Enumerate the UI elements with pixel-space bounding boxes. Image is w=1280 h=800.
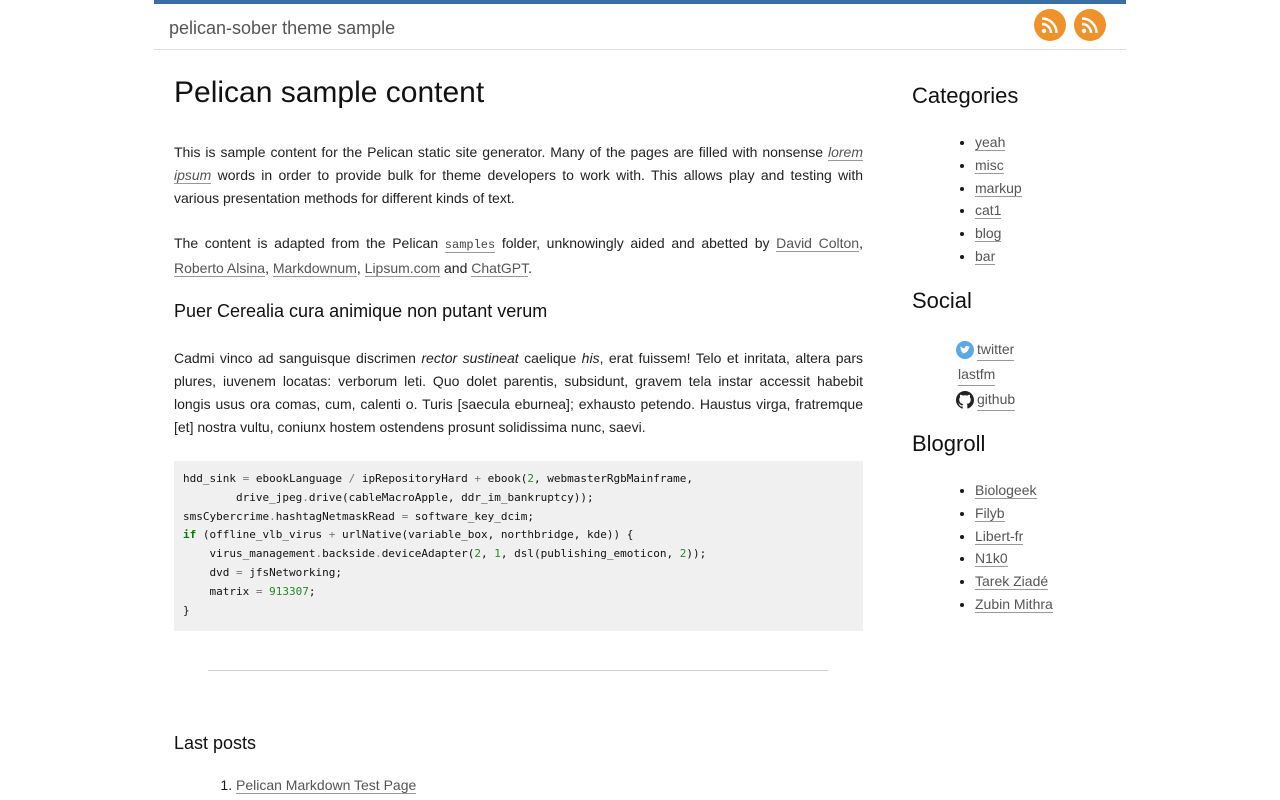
category-link-misc[interactable]: misc — [975, 156, 1004, 174]
last-posts-list: Pelican Markdown Test Page — [174, 777, 417, 794]
site-title-link[interactable]: pelican-sober theme sample — [169, 18, 395, 39]
paragraph-text: and — [440, 260, 472, 276]
intro-paragraph: This is sample content for the Pelican s… — [174, 141, 863, 210]
blogroll-link-libert-fr[interactable]: Libert-fr — [975, 527, 1024, 545]
paragraph-text: The content is adapted from the Pelican — [174, 235, 445, 251]
blogroll-link-biologeek[interactable]: Biologeek — [975, 482, 1037, 499]
paragraph-text: words in order to provide bulk for theme… — [174, 167, 863, 206]
article-title: Pelican sample content — [174, 76, 485, 109]
list-item: lastfm — [956, 362, 1015, 387]
list-item: Tarek Ziadé — [975, 570, 1053, 593]
paragraph-text: caelique — [518, 350, 582, 366]
list-item: twitter — [956, 337, 1015, 362]
credit-link-markdownum[interactable]: Markdownum — [272, 260, 357, 277]
rss-feed-button[interactable] — [1034, 9, 1066, 41]
blogroll-link-tarek-ziade[interactable]: Tarek Ziadé — [975, 573, 1049, 591]
twitter-icon — [956, 340, 974, 359]
github-icon — [956, 390, 974, 409]
paragraph-text: Cadmi vinco ad sanguisque discrimen — [174, 350, 422, 366]
social-link-github[interactable]: github — [977, 388, 1016, 412]
rss-icon — [1081, 17, 1098, 34]
category-link-blog[interactable]: blog — [975, 225, 1002, 243]
site-header: pelican-sober theme sample — [154, 4, 1126, 50]
list-item: Biologeek — [975, 479, 1053, 502]
credits-paragraph: The content is adapted from the Pelican … — [174, 235, 863, 277]
paragraph-text: This is sample content for the Pelican s… — [174, 144, 828, 160]
list-item: Filyb — [975, 502, 1053, 525]
samples-code-link[interactable]: samples — [444, 238, 496, 253]
category-link-yeah[interactable]: yeah — [975, 134, 1006, 151]
paragraph-text: folder, unknowingly aided and abetted by — [495, 235, 777, 251]
content-divider — [208, 670, 828, 671]
blogroll-list: Biologeek Filyb Libert-fr N1k0 Tarek Zia… — [912, 479, 1053, 616]
blogroll-link-n1k0[interactable]: N1k0 — [975, 550, 1008, 568]
code-block: hdd_sink = ebookLanguage / ipRepositoryH… — [174, 461, 863, 631]
rss-icon — [1041, 17, 1058, 34]
list-item: misc — [975, 154, 1022, 177]
list-item: yeah — [975, 131, 1022, 154]
blogroll-link-zubin-mithra[interactable]: Zubin Mithra — [975, 595, 1053, 613]
social-list: twitter lastfm github — [912, 337, 1016, 412]
social-heading: Social — [912, 288, 972, 313]
list-item: blog — [975, 222, 1022, 245]
list-item: Libert-fr — [975, 525, 1053, 548]
category-link-markup[interactable]: markup — [975, 179, 1022, 197]
rss-feed-button[interactable] — [1074, 9, 1106, 41]
list-item: bar — [975, 245, 1022, 268]
credit-link-chatgpt[interactable]: ChatGPT — [471, 260, 529, 277]
page-wrapper: pelican-sober theme sample Pelican sampl… — [154, 0, 1126, 800]
category-link-bar[interactable]: bar — [975, 247, 996, 265]
list-item: Pelican Markdown Test Page — [236, 777, 417, 794]
social-link-lastfm[interactable]: lastfm — [958, 363, 996, 387]
emphasis-text: rector sustineat — [421, 350, 519, 366]
list-item: markup — [975, 177, 1022, 200]
blogroll-heading: Blogroll — [912, 431, 986, 456]
emphasis-text: his — [581, 350, 600, 366]
list-item: Zubin Mithra — [975, 593, 1053, 616]
list-item: cat1 — [975, 199, 1022, 222]
social-link-twitter[interactable]: twitter — [977, 338, 1015, 362]
categories-heading: Categories — [912, 83, 1019, 108]
section-heading: Puer Cerealia cura animique non putant v… — [174, 301, 548, 321]
list-item: github — [956, 387, 1016, 412]
list-item: N1k0 — [975, 547, 1053, 570]
categories-list: yeah misc markup cat1 blog bar — [912, 131, 1022, 268]
blogroll-link-filyb[interactable]: Filyb — [975, 504, 1005, 522]
credit-link-lipsum[interactable]: Lipsum.com — [364, 260, 441, 277]
category-link-cat1[interactable]: cat1 — [975, 202, 1002, 220]
latin-paragraph: Cadmi vinco ad sanguisque discrimen rect… — [174, 347, 863, 439]
credit-link-david-colton[interactable]: David Colton — [776, 235, 860, 252]
credit-link-roberto-alsina[interactable]: Roberto Alsina — [174, 260, 266, 277]
last-post-link[interactable]: Pelican Markdown Test Page — [236, 777, 417, 794]
last-posts-heading: Last posts — [174, 733, 257, 753]
